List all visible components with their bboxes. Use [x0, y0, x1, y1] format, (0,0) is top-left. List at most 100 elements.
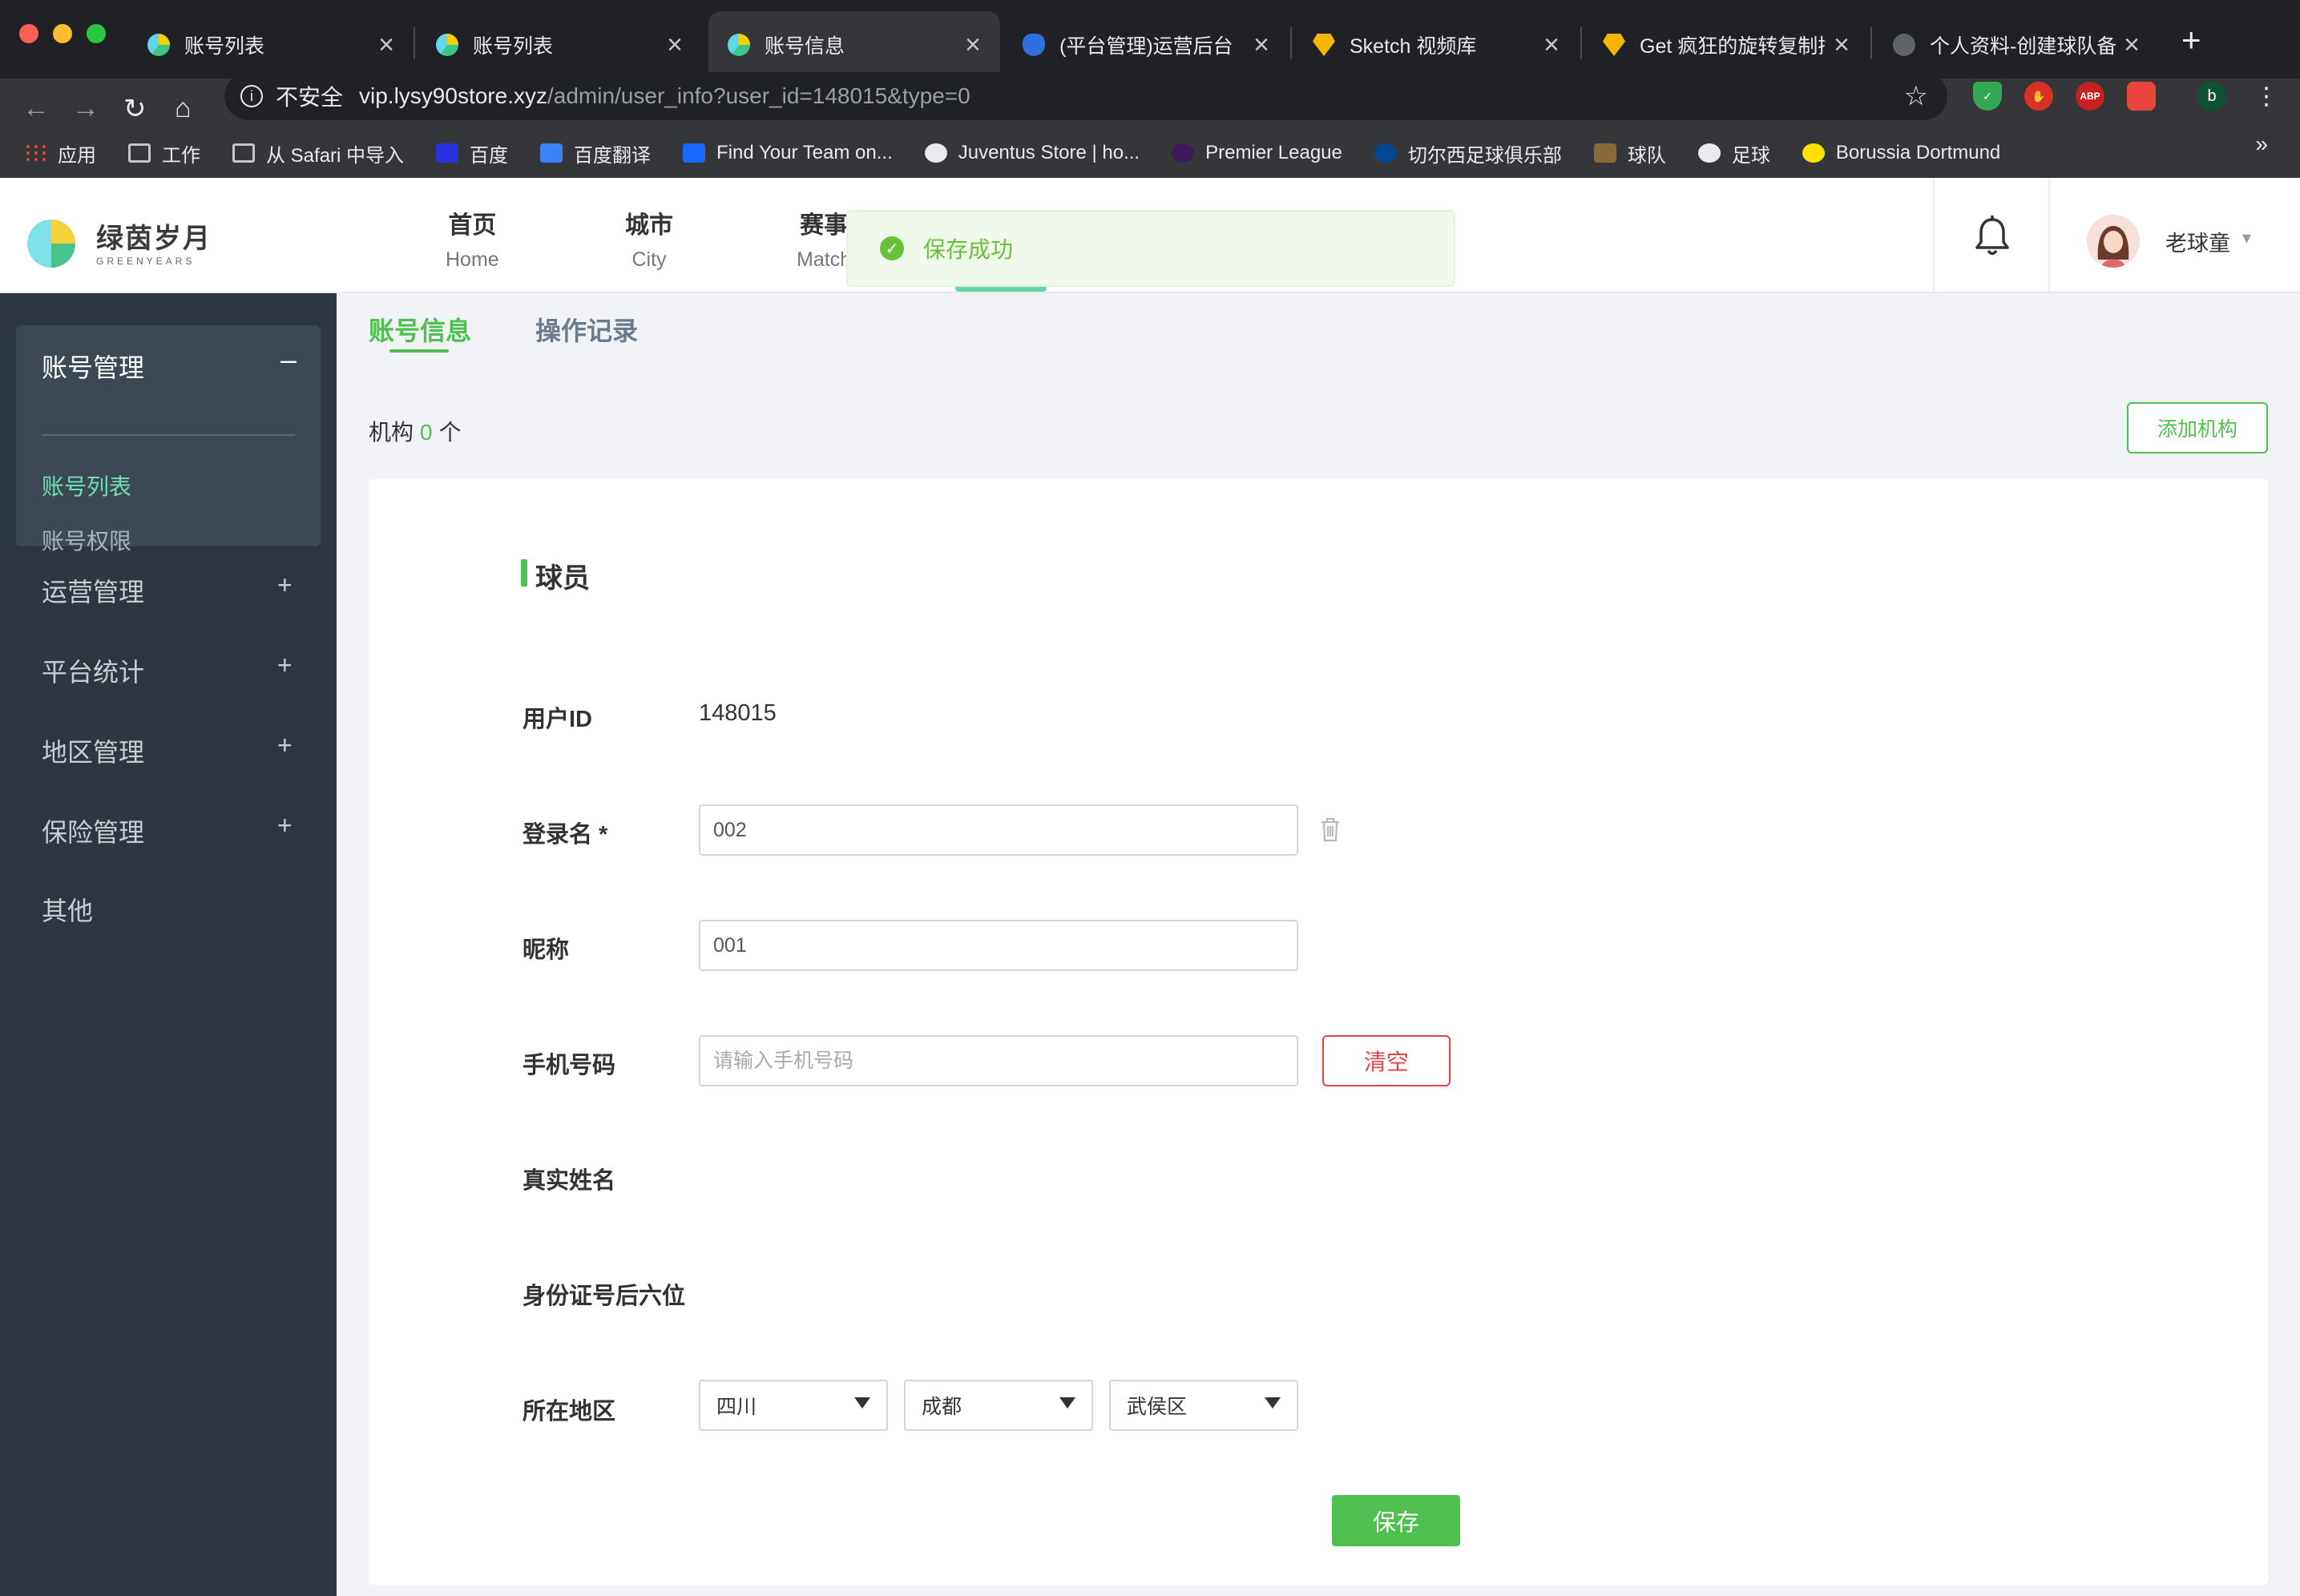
avatar-illustration [2087, 215, 2140, 268]
username[interactable]: 老球童 [2165, 226, 2230, 257]
browser-tab-active[interactable]: 账号信息 × [708, 11, 1000, 79]
real-name-label: 真实姓名 [523, 1168, 616, 1194]
district-select[interactable]: 武侯区 [1109, 1380, 1298, 1431]
minimize-window-button[interactable] [53, 24, 72, 43]
bookmark-label: 切尔西足球俱乐部 [1407, 144, 1562, 167]
bookmark-label: Borussia Dortmund [1835, 142, 2001, 163]
expand-icon[interactable]: + [277, 731, 293, 760]
adblock-extension-icon[interactable]: ABP [2076, 82, 2104, 111]
close-tab-icon[interactable]: × [965, 30, 981, 61]
maximize-window-button[interactable] [87, 24, 106, 43]
province-select[interactable]: 四川 [699, 1380, 888, 1431]
bookmark-item[interactable]: 百度 [436, 139, 508, 167]
nav-home[interactable]: 首页 Home [446, 205, 499, 272]
url-host: vip.lysy90store.xyz [359, 83, 547, 108]
login-name-input[interactable] [699, 804, 1298, 856]
bookmark-item[interactable]: 足球 [1697, 139, 1770, 167]
browser-tab[interactable]: 账号列表 × [417, 11, 702, 79]
avatar[interactable] [2087, 215, 2140, 268]
browser-tab-bar: 账号列表 × 账号列表 × 账号信息 × (平台管理)运营后台 × Sketch… [0, 0, 2300, 79]
tab-active-indicator [389, 349, 449, 353]
reload-icon[interactable]: ↻ [123, 93, 147, 125]
close-tab-icon[interactable]: × [1834, 30, 1850, 61]
nickname-input[interactable] [699, 920, 1298, 971]
back-icon[interactable]: ← [22, 93, 50, 124]
browser-tab[interactable]: (平台管理)运营后台 × [1003, 11, 1289, 79]
divider [42, 434, 295, 436]
clear-phone-button[interactable]: 清空 [1322, 1035, 1451, 1086]
shield-extension-icon[interactable]: ✓ [1973, 82, 2002, 111]
user-id-value: 148015 [699, 700, 777, 726]
site-info-icon[interactable]: i [240, 85, 263, 107]
bookmark-item[interactable]: 球队 [1593, 139, 1666, 167]
address-bar[interactable]: i 不安全 vip.lysy90store.xyz/admin/user_inf… [224, 72, 1947, 120]
bookmark-item[interactable]: 切尔西足球俱乐部 [1374, 139, 1562, 167]
expand-icon[interactable]: + [277, 651, 293, 680]
bookmark-label: 应用 [58, 144, 96, 167]
nav-match[interactable]: 赛事 Match [797, 205, 851, 272]
phone-input[interactable] [699, 1035, 1298, 1086]
nav-label: 城市 [625, 212, 673, 239]
nav-city[interactable]: 城市 City [625, 205, 673, 272]
browser-tab[interactable]: 个人资料-创建球队备 × [1874, 11, 2159, 79]
tab-divider [1290, 27, 1292, 59]
sidebar-item-account-permissions[interactable]: 账号权限 [42, 524, 131, 556]
sidebar-item-insurance[interactable]: 保险管理 [42, 812, 144, 849]
bookmark-item[interactable]: Juventus Store | ho... [924, 142, 1140, 164]
folder-icon [232, 143, 255, 163]
bookmark-star-icon[interactable]: ☆ [1904, 80, 1928, 112]
blue-bird-favicon-icon [1023, 34, 1045, 56]
bookmarks-overflow-button[interactable]: » [2255, 131, 2268, 157]
expand-icon[interactable]: + [277, 570, 293, 600]
bookmark-item[interactable]: 百度翻译 [540, 139, 651, 167]
forward-icon[interactable]: → [72, 93, 99, 124]
sidebar-item-account-list[interactable]: 账号列表 [42, 470, 131, 502]
hand-extension-icon[interactable]: ✋ [2024, 82, 2053, 111]
collapse-icon[interactable]: – [280, 343, 297, 377]
close-tab-icon[interactable]: × [667, 30, 683, 61]
browser-tab[interactable]: Sketch 视频库 × [1293, 11, 1579, 79]
tab-operation-log[interactable]: 操作记录 [535, 311, 638, 348]
chevron-down-icon[interactable]: ▾ [2242, 228, 2251, 248]
tab-account-info[interactable]: 账号信息 [369, 311, 471, 348]
menu-kebab-icon[interactable]: ⋮ [2252, 82, 2281, 111]
add-organization-button[interactable]: 添加机构 [2127, 402, 2268, 453]
new-tab-button[interactable]: + [2181, 21, 2201, 59]
close-tab-icon[interactable]: × [1543, 30, 1560, 61]
trash-icon[interactable] [1319, 816, 1342, 843]
close-window-button[interactable] [19, 24, 38, 43]
bookmark-item[interactable]: 应用 [24, 139, 96, 167]
bookmark-item[interactable]: 工作 [128, 139, 200, 167]
caret-down-icon [1059, 1397, 1075, 1409]
sidebar-item-operations[interactable]: 运营管理 [42, 572, 144, 609]
bookmark-label: Find Your Team on... [716, 142, 893, 163]
sidebar-item-other[interactable]: 其他 [42, 891, 93, 928]
bookmark-item[interactable]: Borussia Dortmund [1802, 142, 2000, 164]
sidebar-item-regions[interactable]: 地区管理 [42, 732, 144, 769]
profile-avatar-icon[interactable]: b [2197, 82, 2226, 111]
bookmark-item[interactable]: Find Your Team on... [683, 142, 893, 164]
close-tab-icon[interactable]: × [1253, 30, 1269, 61]
bookmark-item[interactable]: Premier League [1172, 142, 1342, 164]
sidebar-group-title[interactable]: 账号管理 [42, 348, 144, 385]
browser-tab[interactable]: Get 疯狂的旋转复制插 × [1584, 11, 1869, 79]
app-favicon-icon [147, 34, 170, 56]
bookmark-label: 足球 [1731, 144, 1770, 167]
phone-label: 手机号码 [523, 1053, 616, 1078]
bookmark-label: 球队 [1627, 144, 1666, 167]
bell-icon[interactable] [1973, 215, 2011, 258]
close-tab-icon[interactable]: × [378, 30, 394, 61]
bvb-icon [1802, 143, 1825, 163]
red-extension-icon[interactable] [2127, 82, 2156, 111]
province-value: 四川 [716, 1396, 757, 1418]
bookmark-item[interactable]: 从 Safari 中导入 [232, 139, 404, 167]
nav-label: 首页 [448, 212, 497, 239]
home-icon[interactable]: ⌂ [175, 93, 192, 124]
security-label: 不安全 [276, 85, 344, 110]
browser-tab[interactable]: 账号列表 × [128, 11, 414, 79]
city-select[interactable]: 成都 [904, 1380, 1093, 1431]
close-tab-icon[interactable]: × [2124, 30, 2140, 61]
sidebar-item-statistics[interactable]: 平台统计 [42, 652, 144, 689]
save-button[interactable]: 保存 [1332, 1495, 1460, 1546]
expand-icon[interactable]: + [277, 811, 293, 840]
